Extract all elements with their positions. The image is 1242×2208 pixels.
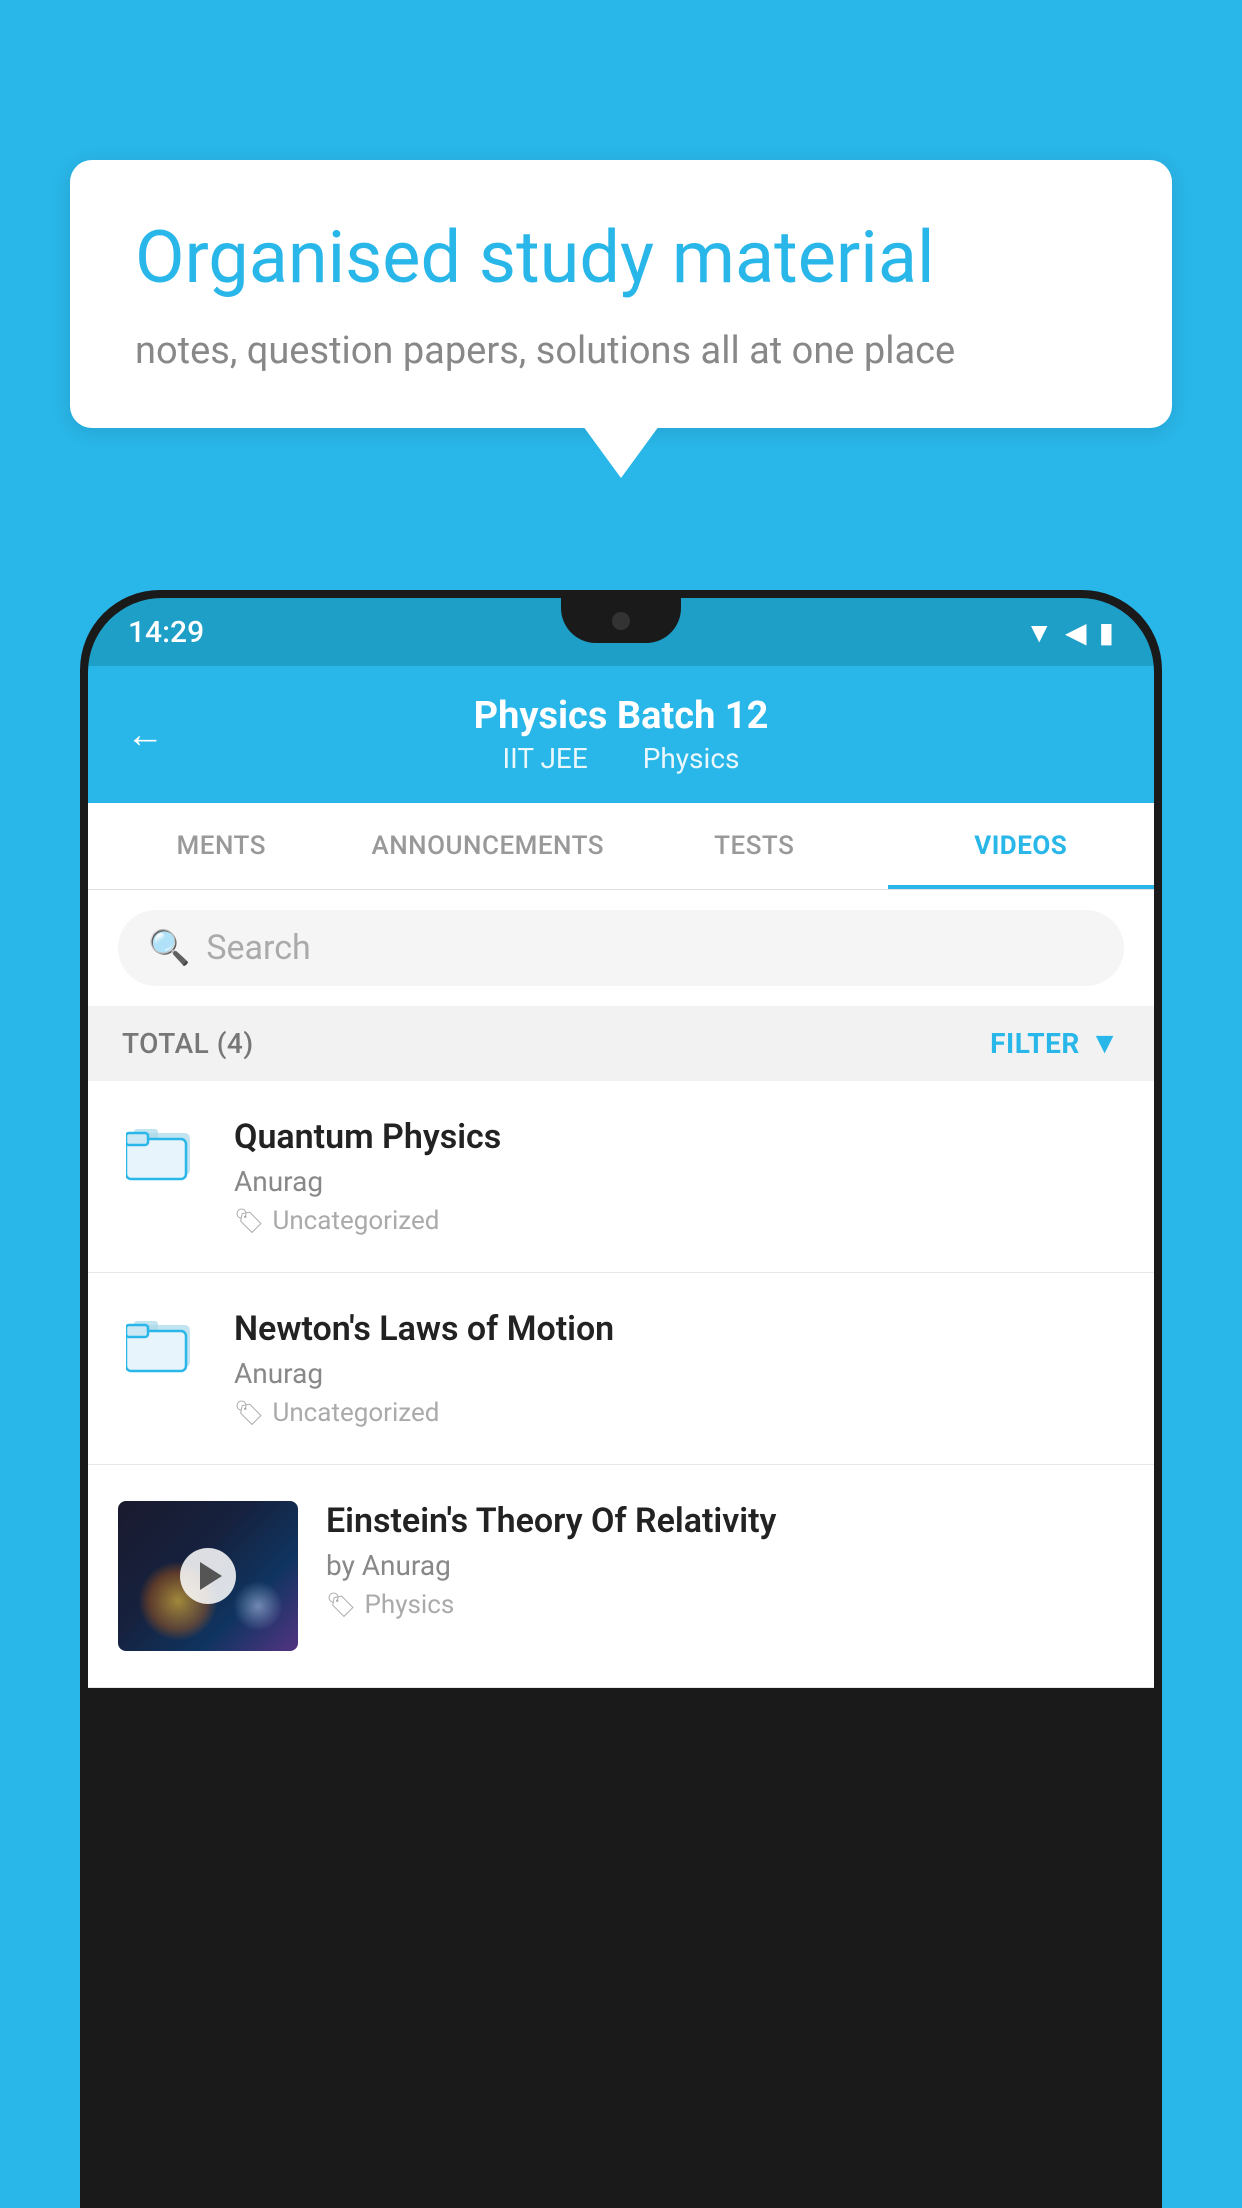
status-time: 14:29 xyxy=(128,615,204,650)
folder-icon xyxy=(126,1313,198,1375)
battery-icon: ▮ xyxy=(1099,616,1114,649)
header-title-group: Physics Batch 12 IIT JEE Physics xyxy=(474,694,769,775)
tag-label: Uncategorized xyxy=(272,1206,439,1236)
bubble-title: Organised study material xyxy=(135,215,1107,301)
item-author: by Anurag xyxy=(326,1549,1124,1582)
list-item[interactable]: Newton's Laws of Motion Anurag 🏷 Uncateg… xyxy=(88,1273,1154,1465)
item-author: Anurag xyxy=(234,1357,1124,1390)
play-button[interactable] xyxy=(180,1548,236,1604)
total-count: TOTAL (4) xyxy=(122,1027,254,1060)
header-subtitle: IIT JEE Physics xyxy=(474,742,769,775)
tab-videos[interactable]: VIDEOS xyxy=(888,803,1155,889)
thumbnail-glow2 xyxy=(233,1581,283,1631)
app-header: ← Physics Batch 12 IIT JEE Physics xyxy=(88,666,1154,803)
speech-bubble-container: Organised study material notes, question… xyxy=(70,160,1172,428)
bubble-subtitle: notes, question papers, solutions all at… xyxy=(135,329,1107,373)
camera xyxy=(612,612,630,630)
filter-label: FILTER xyxy=(990,1027,1080,1060)
item-tag: 🏷 Physics xyxy=(326,1590,1124,1620)
item-icon xyxy=(118,1121,206,1183)
video-thumbnail xyxy=(118,1501,298,1651)
phone-frame: 14:29 ▼ ◀ ▮ ← Physics Batch 12 IIT JEE P… xyxy=(80,590,1162,2208)
item-content: Newton's Laws of Motion Anurag 🏷 Uncateg… xyxy=(234,1309,1124,1428)
search-input[interactable]: Search xyxy=(206,928,310,968)
wifi-icon: ▼ xyxy=(1025,616,1053,649)
item-tag: 🏷 Uncategorized xyxy=(234,1398,1124,1428)
item-content: Einstein's Theory Of Relativity by Anura… xyxy=(326,1501,1124,1620)
status-icons: ▼ ◀ ▮ xyxy=(1025,616,1114,649)
phone-screen: 14:29 ▼ ◀ ▮ ← Physics Batch 12 IIT JEE P… xyxy=(88,598,1154,2200)
item-title: Newton's Laws of Motion xyxy=(234,1309,1124,1349)
item-icon xyxy=(118,1313,206,1375)
signal-icon: ◀ xyxy=(1065,616,1087,649)
item-title: Einstein's Theory Of Relativity xyxy=(326,1501,1124,1541)
tag-label: Uncategorized xyxy=(272,1398,439,1428)
filter-icon: ▼ xyxy=(1090,1026,1120,1061)
back-button[interactable]: ← xyxy=(126,713,164,757)
header-subtitle-iitjee: IIT JEE xyxy=(503,742,588,775)
tag-label: Physics xyxy=(364,1590,454,1620)
notch xyxy=(561,598,681,643)
item-tag: 🏷 Uncategorized xyxy=(234,1206,1124,1236)
tag-icon: 🏷 xyxy=(234,1399,264,1427)
speech-bubble: Organised study material notes, question… xyxy=(70,160,1172,428)
item-title: Quantum Physics xyxy=(234,1117,1124,1157)
status-bar: 14:29 ▼ ◀ ▮ xyxy=(88,598,1154,666)
search-icon: 🔍 xyxy=(148,928,190,968)
filter-bar: TOTAL (4) FILTER ▼ xyxy=(88,1006,1154,1081)
search-bar[interactable]: 🔍 Search xyxy=(118,910,1124,986)
search-container: 🔍 Search xyxy=(88,890,1154,1006)
tab-ments[interactable]: MENTS xyxy=(88,803,355,889)
play-triangle-icon xyxy=(200,1562,222,1590)
item-author: Anurag xyxy=(234,1165,1124,1198)
header-subtitle-physics: Physics xyxy=(643,742,740,775)
tabs-bar: MENTS ANNOUNCEMENTS TESTS VIDEOS xyxy=(88,803,1154,890)
filter-button[interactable]: FILTER ▼ xyxy=(990,1026,1120,1061)
list-item[interactable]: Quantum Physics Anurag 🏷 Uncategorized xyxy=(88,1081,1154,1273)
tab-announcements[interactable]: ANNOUNCEMENTS xyxy=(355,803,622,889)
folder-icon xyxy=(126,1121,198,1183)
item-content: Quantum Physics Anurag 🏷 Uncategorized xyxy=(234,1117,1124,1236)
tag-icon: 🏷 xyxy=(326,1591,356,1619)
list-item[interactable]: Einstein's Theory Of Relativity by Anura… xyxy=(88,1465,1154,1688)
tab-tests[interactable]: TESTS xyxy=(621,803,888,889)
content-list: Quantum Physics Anurag 🏷 Uncategorized xyxy=(88,1081,1154,1688)
tag-icon: 🏷 xyxy=(234,1207,264,1235)
header-title: Physics Batch 12 xyxy=(474,694,769,738)
